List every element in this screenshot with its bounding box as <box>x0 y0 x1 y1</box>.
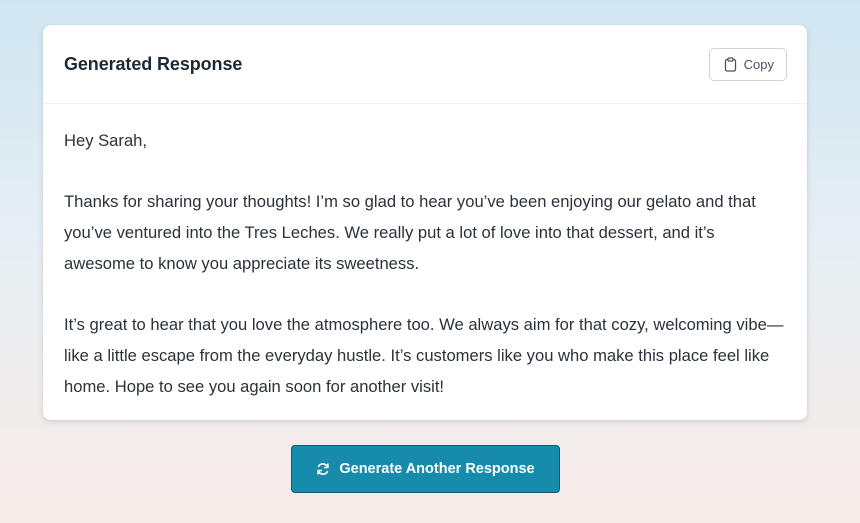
generate-another-response-button[interactable]: Generate Another Response <box>291 445 560 493</box>
copy-button[interactable]: Copy <box>708 47 787 81</box>
copy-label: Copy <box>743 56 774 72</box>
generate-label: Generate Another Response <box>339 461 535 477</box>
card-title: Generated Response <box>64 53 243 74</box>
refresh-icon <box>316 462 330 476</box>
response-card: Generated Response Copy Hey Sarah, Thank… <box>43 25 807 420</box>
response-paragraph-2: It’s great to hear that you love the atm… <box>64 315 784 396</box>
response-greeting: Hey Sarah, <box>64 131 148 150</box>
card-header: Generated Response Copy <box>43 25 807 104</box>
response-paragraph-1: Thanks for sharing your thoughts! I’m so… <box>64 192 756 273</box>
clipboard-icon <box>724 56 737 72</box>
response-text: Hey Sarah, Thanks for sharing your thoug… <box>43 104 807 402</box>
